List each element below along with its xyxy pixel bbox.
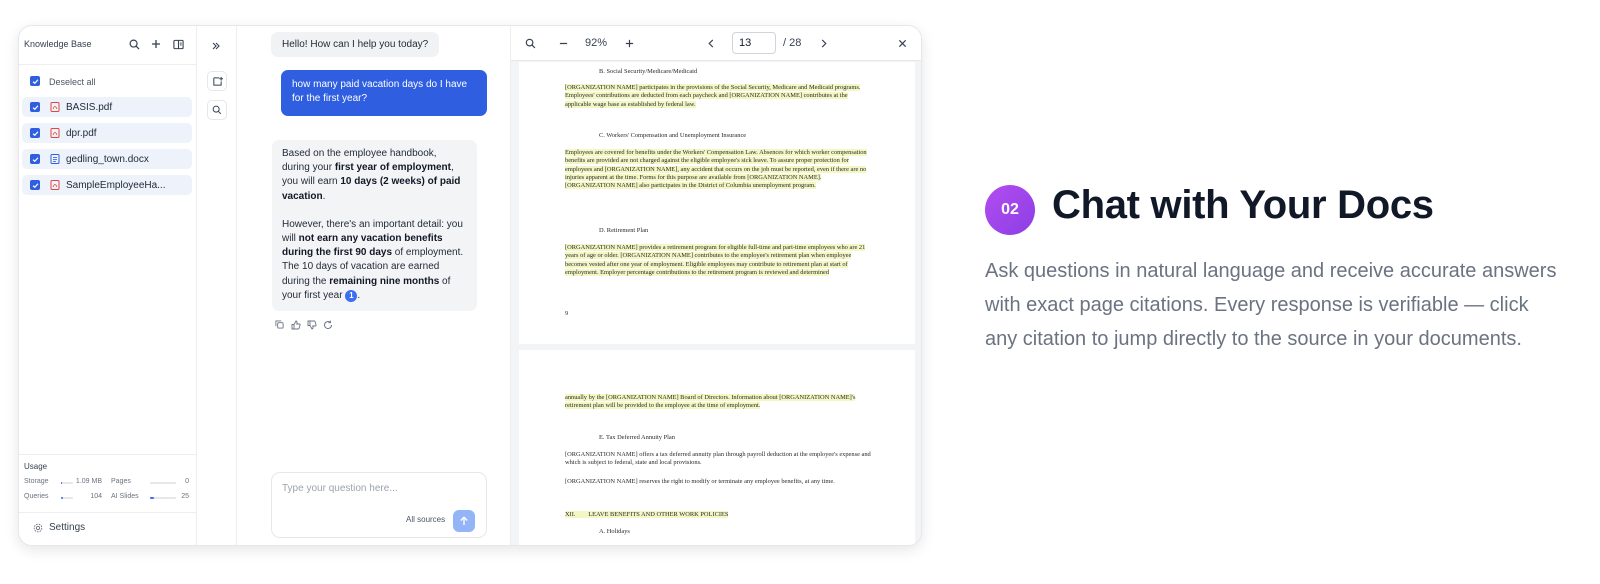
pdf-page: B. Social Security/Medicare/Medicaid [OR… bbox=[519, 62, 915, 344]
checkbox[interactable] bbox=[30, 180, 40, 190]
file-name: SampleEmployeeHa... bbox=[66, 180, 166, 191]
pdf-page: annually by the [ORGANIZATION NAME] Boar… bbox=[519, 350, 915, 545]
search-icon bbox=[212, 105, 222, 115]
pdf-paragraph: [ORGANIZATION NAME] offers a tax deferre… bbox=[565, 451, 871, 467]
pdf-file-icon bbox=[50, 128, 60, 138]
storage-bar-fill bbox=[61, 482, 62, 484]
zoom-level: 92% bbox=[585, 37, 608, 49]
ai-slides-value: 25 bbox=[181, 493, 189, 500]
settings-label: Settings bbox=[49, 522, 86, 533]
queries-label: Queries bbox=[24, 493, 49, 500]
sources-selector[interactable]: All sources bbox=[406, 515, 445, 524]
citation-badge[interactable]: 1 bbox=[345, 289, 358, 302]
pdf-file-icon bbox=[50, 180, 60, 190]
collapse-icon[interactable] bbox=[211, 38, 221, 56]
pdf-file-icon bbox=[50, 102, 60, 112]
section-heading: C. Workers' Compensation and Unemploymen… bbox=[599, 132, 747, 139]
pdf-paragraph: [ORGANIZATION NAME] reserves the right t… bbox=[565, 478, 835, 485]
checkbox[interactable] bbox=[30, 154, 40, 164]
question-input[interactable] bbox=[282, 483, 472, 494]
chat-input-box: All sources bbox=[271, 472, 487, 538]
pdf-viewer: 92% / 28 B. Social Security/Medicar bbox=[511, 26, 921, 545]
panel-toggle-icon[interactable] bbox=[171, 37, 185, 51]
settings-divider bbox=[19, 512, 197, 513]
assistant-greeting: Hello! How can I help you today? bbox=[271, 32, 440, 57]
regenerate-icon[interactable] bbox=[322, 319, 333, 330]
gear-icon bbox=[33, 523, 43, 532]
search-icon[interactable] bbox=[525, 35, 536, 51]
settings-button[interactable]: Settings bbox=[33, 522, 85, 533]
copy-icon[interactable] bbox=[274, 319, 285, 330]
app-window: Knowledge Base Deselect all BASIS.pdf dp… bbox=[18, 25, 922, 546]
viewer-toolbar: 92% / 28 bbox=[511, 26, 921, 61]
file-item[interactable]: dpr.pdf bbox=[22, 123, 192, 143]
file-name: gedling_town.docx bbox=[66, 154, 149, 165]
section-heading: D. Retirement Plan bbox=[599, 227, 649, 234]
file-name: dpr.pdf bbox=[66, 128, 97, 139]
usage-divider bbox=[19, 454, 197, 455]
tool-rail bbox=[197, 26, 237, 545]
answer-actions bbox=[274, 319, 333, 330]
add-icon[interactable] bbox=[149, 37, 163, 51]
thumbs-up-icon[interactable] bbox=[290, 319, 301, 330]
total-pages: / 28 bbox=[783, 37, 802, 49]
section-heading: XII. LEAVE BENEFITS AND OTHER WORK POLIC… bbox=[565, 511, 729, 518]
user-message: how many paid vacation days do I have fo… bbox=[281, 70, 487, 116]
page-number: 9 bbox=[565, 310, 569, 317]
file-item[interactable]: SampleEmployeeHa... bbox=[22, 175, 192, 195]
ai-slides-bar-fill bbox=[150, 497, 154, 499]
ai-slides-label: AI Slides bbox=[111, 493, 139, 500]
pdf-paragraph: [ORGANIZATION NAME] participates in the … bbox=[565, 84, 861, 108]
queries-bar-fill bbox=[61, 497, 63, 499]
zoom-out-icon[interactable] bbox=[559, 35, 568, 51]
next-page-icon[interactable] bbox=[820, 35, 828, 51]
arrow-up-icon bbox=[460, 516, 468, 525]
sidebar-header: Knowledge Base bbox=[19, 26, 197, 64]
pages-label: Pages bbox=[111, 478, 131, 485]
storage-value: 1.09 MB bbox=[75, 478, 102, 485]
file-item[interactable]: gedling_town.docx bbox=[22, 149, 192, 169]
step-badge: 02 bbox=[985, 185, 1035, 235]
sidebar-divider bbox=[19, 64, 197, 65]
sidebar-title: Knowledge Base bbox=[24, 39, 92, 49]
prev-page-icon[interactable] bbox=[707, 35, 715, 51]
page-number-input[interactable] bbox=[732, 32, 776, 54]
section-heading: B. Social Security/Medicare/Medicaid bbox=[599, 68, 698, 75]
thumbs-down-icon[interactable] bbox=[306, 319, 317, 330]
search-chats-button[interactable] bbox=[207, 100, 227, 120]
checkbox[interactable] bbox=[30, 102, 40, 112]
pages-value: 0 bbox=[185, 478, 189, 485]
zoom-in-icon[interactable] bbox=[625, 35, 634, 51]
feature-title: Chat with Your Docs bbox=[1052, 183, 1434, 227]
chat-panel: Hello! How can I help you today? how man… bbox=[237, 26, 511, 545]
docx-file-icon bbox=[50, 154, 60, 164]
close-icon[interactable] bbox=[898, 35, 907, 51]
knowledge-base-sidebar: Knowledge Base Deselect all BASIS.pdf dp… bbox=[19, 26, 197, 545]
deselect-all-row[interactable]: Deselect all bbox=[22, 71, 192, 91]
usage-title: Usage bbox=[24, 462, 48, 471]
pdf-paragraph: annually by the [ORGANIZATION NAME] Boar… bbox=[565, 394, 856, 410]
section-heading: E. Tax Deferred Annuity Plan bbox=[599, 434, 675, 441]
feature-description: Ask questions in natural language and re… bbox=[985, 260, 1557, 350]
section-heading: A. Holidays bbox=[599, 528, 630, 535]
send-button[interactable] bbox=[453, 510, 475, 532]
queries-value: 104 bbox=[90, 493, 102, 500]
checkbox[interactable] bbox=[30, 76, 40, 86]
pdf-paragraph: [ORGANIZATION NAME] provides a retiremen… bbox=[565, 244, 866, 276]
search-icon[interactable] bbox=[127, 37, 141, 51]
file-name: BASIS.pdf bbox=[66, 102, 113, 113]
new-chat-icon bbox=[212, 76, 223, 86]
file-item[interactable]: BASIS.pdf bbox=[22, 97, 192, 117]
assistant-answer: Based on the employee handbook, during y… bbox=[272, 140, 477, 311]
page: Knowledge Base Deselect all BASIS.pdf dp… bbox=[0, 0, 1600, 584]
checkbox[interactable] bbox=[30, 128, 40, 138]
storage-label: Storage bbox=[24, 478, 49, 485]
pdf-paragraph: Employees are covered for benefits under… bbox=[565, 149, 867, 190]
deselect-all-label: Deselect all bbox=[49, 77, 96, 87]
new-chat-button[interactable] bbox=[207, 71, 227, 91]
